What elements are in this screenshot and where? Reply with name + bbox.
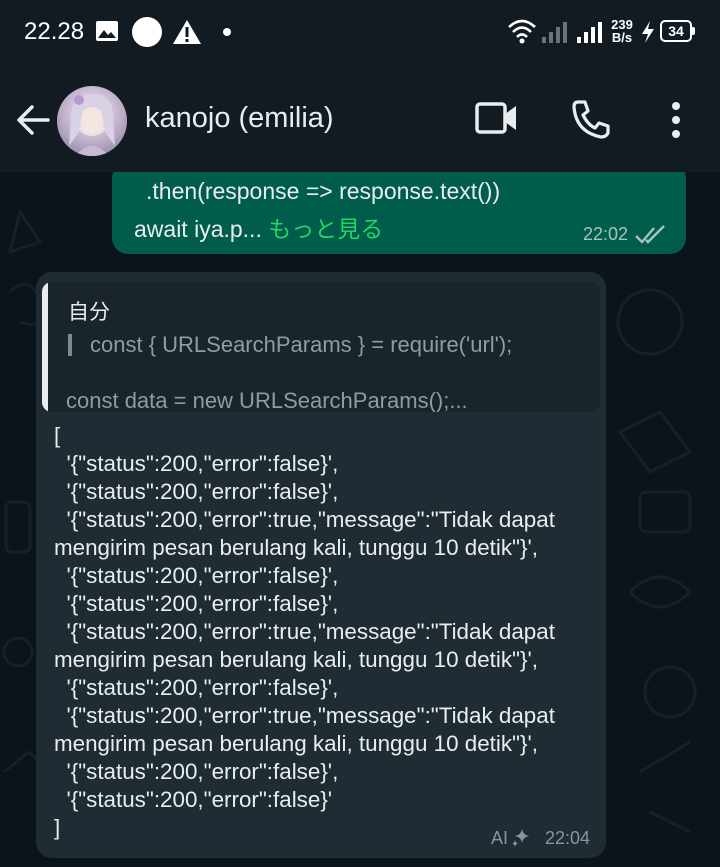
more-options-icon[interactable] — [664, 100, 688, 140]
quote-inner-bar — [68, 334, 72, 356]
outgoing-message-truncated: await iya.p... — [134, 216, 269, 242]
network-speed: 239 B/s — [607, 18, 637, 44]
gallery-icon — [96, 21, 118, 41]
message-line: '{"status":200,"error":false}', — [54, 591, 339, 616]
outgoing-message-line: .then(response => response.text()) — [146, 178, 501, 204]
avatar-image — [69, 94, 115, 156]
quoted-message[interactable]: 自分 const { URLSearchParams } = require('… — [42, 282, 600, 412]
voice-call-icon[interactable] — [570, 98, 612, 140]
message-line: '{"status":200,"error":false}', — [54, 563, 339, 588]
battery-icon: 34 — [660, 20, 692, 42]
read-receipt-icon — [635, 225, 665, 244]
battery-tip — [692, 27, 695, 35]
chat-header: kanojo (emilia) — [0, 66, 720, 172]
status-time: 22.28 — [24, 18, 85, 45]
video-call-icon[interactable] — [474, 100, 520, 138]
incoming-message-bubble[interactable]: 自分 const { URLSearchParams } = require('… — [36, 272, 606, 858]
quote-accent-bar — [42, 282, 48, 412]
message-line: mengirim pesan berulang kali, tunggu 10 … — [54, 731, 538, 756]
signal-icon — [542, 22, 567, 43]
message-text: [ '{"status":200,"error":false}', '{"sta… — [54, 422, 599, 842]
back-arrow-icon[interactable] — [14, 102, 54, 138]
message-line: '{"status":200,"error":false}', — [54, 451, 339, 476]
avatar[interactable] — [57, 86, 127, 156]
quote-text-line: const data = new URLSearchParams();... — [66, 388, 468, 412]
chat-area[interactable]: .then(response => response.text()) await… — [0, 172, 720, 867]
warning-icon — [173, 20, 201, 44]
charging-icon — [642, 21, 654, 43]
message-line: [ — [54, 423, 61, 448]
contact-name[interactable]: kanojo (emilia) — [145, 102, 334, 135]
message-line: '{"status":200,"error":true,"message":"T… — [54, 507, 555, 532]
ai-label: AI — [490, 828, 508, 848]
message-line: mengirim pesan berulang kali, tunggu 10 … — [54, 647, 538, 672]
message-line: '{"status":200,"error":false}', — [54, 759, 339, 784]
read-more-link[interactable]: もっと見る — [268, 216, 383, 242]
quote-sender: 自分 — [68, 301, 110, 324]
message-line: '{"status":200,"error":true,"message":"T… — [54, 703, 555, 728]
quote-text-line: const { URLSearchParams } = require('url… — [90, 332, 513, 357]
message-line: '{"status":200,"error":false}' — [54, 787, 333, 812]
message-line: '{"status":200,"error":false}', — [54, 479, 339, 504]
dot-icon — [223, 28, 231, 36]
circle-notification-icon — [132, 17, 162, 47]
outgoing-message-bubble[interactable]: .then(response => response.text()) await… — [112, 172, 686, 254]
network-speed-unit: B/s — [611, 30, 633, 45]
wifi-icon — [508, 19, 536, 44]
outgoing-message-line: await iya.p... もっと見る — [134, 210, 383, 244]
outgoing-message-time: 22:02 — [582, 224, 628, 244]
status-bar: 22.28 239 B/s 34 — [0, 0, 720, 66]
incoming-message-time: 22:04 — [544, 828, 590, 848]
ai-sparkle-icon — [512, 829, 529, 847]
message-line: mengirim pesan berulang kali, tunggu 10 … — [54, 535, 538, 560]
message-line: '{"status":200,"error":true,"message":"T… — [54, 619, 555, 644]
message-line: '{"status":200,"error":false}', — [54, 675, 339, 700]
signal-icon — [577, 22, 602, 43]
